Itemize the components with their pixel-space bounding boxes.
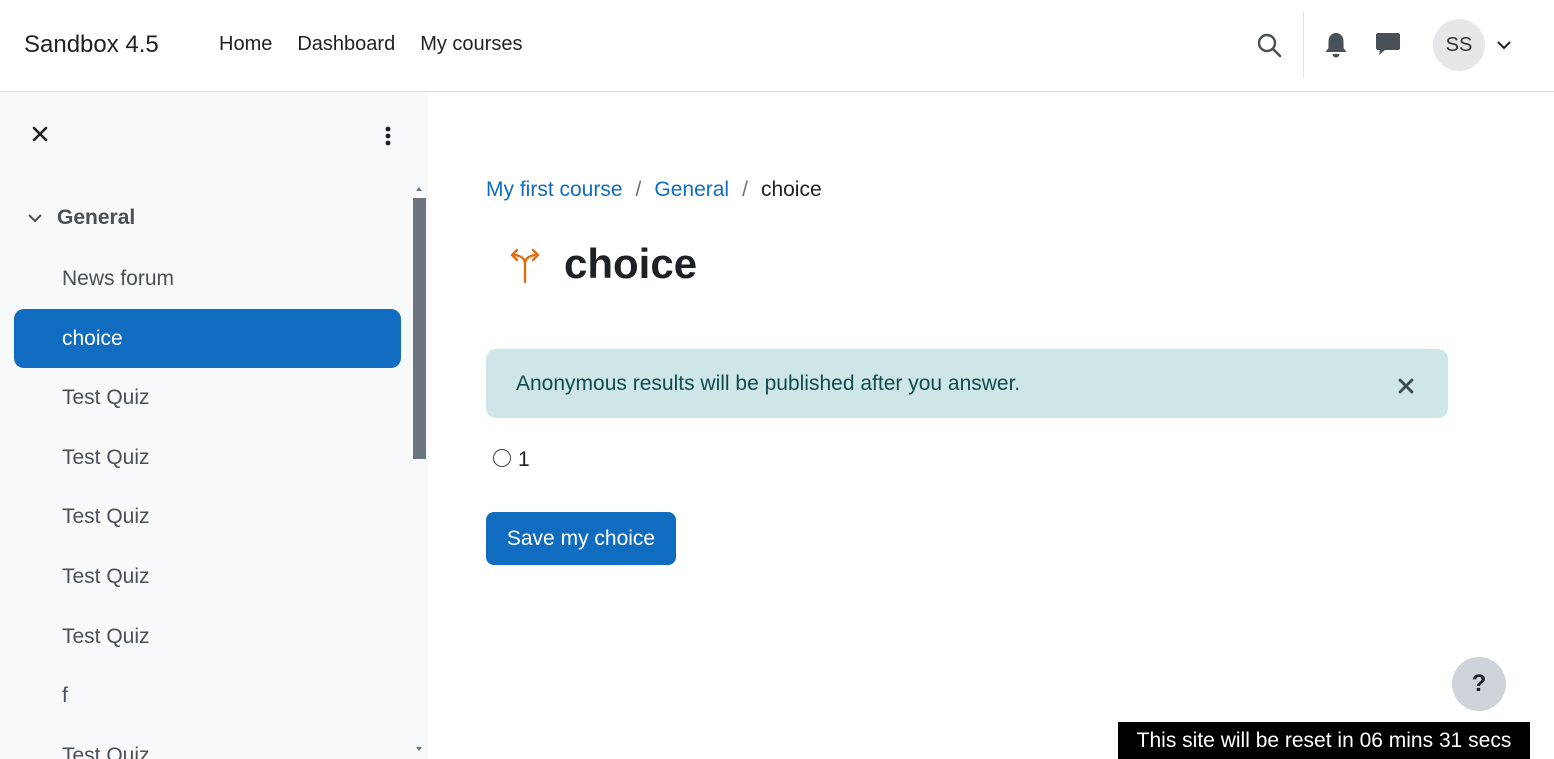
scroll-down-arrow-icon[interactable] (414, 745, 424, 753)
nav-link-my-courses[interactable]: My courses (420, 33, 522, 56)
close-icon[interactable] (1396, 376, 1416, 396)
course-item-test-quiz[interactable]: Test Quiz (14, 726, 401, 759)
site-name[interactable]: Sandbox 4.5 (24, 31, 159, 59)
close-icon[interactable] (28, 122, 52, 146)
course-item-test-quiz[interactable]: Test Quiz (14, 428, 401, 487)
page-title: choice (564, 240, 698, 287)
course-item-news-forum[interactable]: News forum (14, 249, 401, 308)
navbar-divider (1303, 12, 1304, 78)
section-title: General (57, 206, 136, 229)
breadcrumb-link-course[interactable]: My first course (486, 178, 623, 202)
choice-option-radio[interactable] (493, 449, 511, 467)
course-item-test-quiz[interactable]: Test Quiz (14, 368, 401, 427)
breadcrumb-link-section[interactable]: General (654, 178, 729, 202)
breadcrumb-separator: / (742, 178, 748, 201)
more-options-icon[interactable] (376, 122, 400, 150)
choice-option-label[interactable]: 1 (518, 448, 530, 472)
course-item-test-quiz[interactable]: Test Quiz (14, 607, 401, 666)
choice-activity-icon (510, 248, 540, 284)
breadcrumb-current: choice (760, 178, 822, 201)
search-icon[interactable] (1255, 31, 1283, 59)
info-alert: Anonymous results will be published afte… (486, 349, 1448, 418)
breadcrumb: My first course / General / choice (486, 178, 822, 202)
course-item-f[interactable]: f (14, 666, 401, 725)
help-button[interactable]: ? (1452, 657, 1506, 711)
drawer-scrollbar-thumb[interactable] (413, 198, 426, 459)
user-avatar[interactable]: SS (1433, 19, 1485, 71)
bell-icon[interactable] (1323, 31, 1349, 59)
chevron-down-icon[interactable] (1496, 38, 1512, 52)
scroll-up-arrow-icon[interactable] (414, 185, 424, 193)
breadcrumb-separator: / (635, 178, 642, 201)
course-item-choice[interactable]: choice (14, 309, 401, 368)
chevron-down-icon[interactable] (26, 209, 44, 227)
course-item-test-quiz[interactable]: Test Quiz (14, 487, 401, 546)
section-general[interactable]: General (26, 206, 135, 230)
nav-link-home[interactable]: Home (219, 33, 272, 56)
site-reset-notice: This site will be reset in 06 mins 31 se… (1118, 722, 1530, 759)
top-navbar: Sandbox 4.5 Home Dashboard My courses SS (0, 0, 1554, 92)
course-index-drawer: General News forum choice Test Quiz Test… (0, 92, 428, 759)
chat-icon[interactable] (1375, 31, 1401, 57)
alert-message: Anonymous results will be published afte… (516, 372, 1021, 395)
save-my-choice-button[interactable]: Save my choice (486, 512, 676, 565)
primary-navigation: Home Dashboard My courses (219, 33, 522, 56)
nav-link-dashboard[interactable]: Dashboard (297, 33, 395, 56)
course-item-test-quiz[interactable]: Test Quiz (14, 547, 401, 606)
